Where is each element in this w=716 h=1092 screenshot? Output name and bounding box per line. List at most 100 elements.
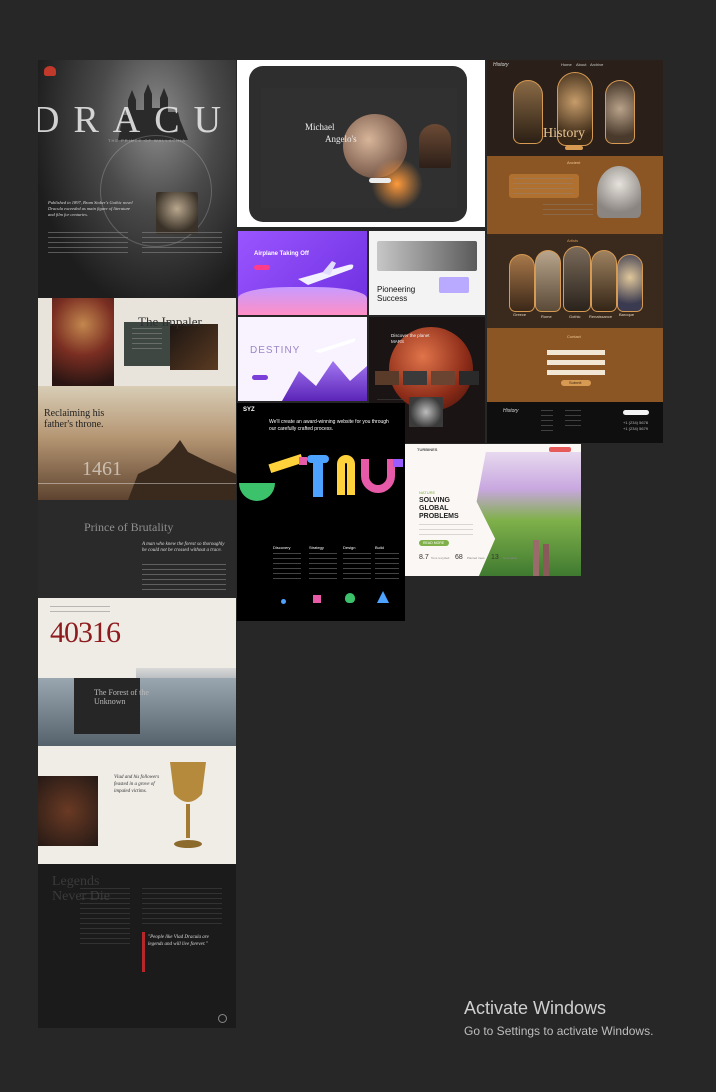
tablet-screen: Michael Angelo's: [261, 88, 457, 210]
solving-body-text: [419, 524, 473, 536]
goblet-section: Vlad and his followers feasted in a grov…: [38, 746, 236, 864]
airplane-mockup[interactable]: Airplane Taking Off: [238, 231, 367, 315]
artist-arch-3[interactable]: [563, 246, 591, 312]
intro-text-block-left: [48, 232, 128, 254]
yellow-arch-shape: [337, 455, 355, 495]
goblet-text: Vlad and his followers feasted in a grov…: [114, 775, 160, 794]
mars-gallery-1: [375, 371, 399, 385]
step-square-icon: [313, 595, 321, 603]
history-nav-home[interactable]: Home: [561, 62, 572, 67]
history-brand: History: [493, 62, 509, 68]
history-ancient-label: Ancient: [567, 160, 581, 165]
purple-square-shape: [393, 459, 403, 467]
stat-label-2: Planted trees: [467, 556, 485, 560]
artist-label-rome: Rome: [541, 314, 552, 319]
mars-title: Discover the planet MARS: [391, 333, 430, 344]
artist-arch-2[interactable]: [535, 250, 561, 312]
history-footer-phone-2: +1 (234) 5679: [623, 426, 649, 431]
factory-chimney-1: [533, 540, 539, 576]
activate-windows-title: Activate Windows: [464, 998, 607, 1018]
number-caption: [50, 606, 110, 614]
stoker-portrait: [156, 192, 198, 234]
airplane-cta-button[interactable]: [254, 265, 270, 270]
history-nav-archive[interactable]: Archive: [590, 62, 603, 67]
history-footer-links-1[interactable]: [541, 410, 553, 432]
blue-t-shape: [313, 457, 323, 497]
stat-value-2: 68: [455, 554, 463, 561]
artist-arch-1[interactable]: [509, 254, 535, 312]
history-mockup[interactable]: History Home About Archive History Ancie…: [487, 60, 663, 443]
step-dot-icon: [281, 599, 286, 604]
destiny-cta-button[interactable]: [252, 375, 268, 380]
solving-brand: TURBINES: [417, 447, 438, 452]
legends-text-left: [80, 888, 130, 948]
mars-gallery-2: [403, 371, 427, 385]
agency-brand: SYZ: [243, 407, 255, 413]
legends-text-right: [142, 888, 222, 928]
michelangelo-title-2: Angelo's: [325, 134, 357, 144]
destiny-title: DESTINY: [250, 345, 301, 356]
history-arch-1: [513, 80, 543, 144]
history-artists-section: Artists Greece Rome Gothic Renaissance B…: [487, 234, 663, 328]
year-1461: 1461: [82, 458, 122, 480]
history-footer: History +1 (234) 5678 +1 (234) 5679: [487, 402, 663, 443]
pioneering-accent: [439, 277, 469, 293]
orange-glow: [371, 158, 423, 210]
solving-title-2: GLOBAL: [419, 505, 449, 512]
history-nav-about[interactable]: About: [576, 62, 586, 67]
agency-mockup[interactable]: SYZ We'll create an award-winning websit…: [237, 403, 405, 621]
michelangelo-cta-button[interactable]: [369, 178, 391, 183]
stat-value-3: 13: [491, 554, 499, 561]
history-artists-label: Artists: [567, 238, 579, 243]
forest-section: The Forest of the Unknown: [38, 678, 236, 746]
history-footer-links-2[interactable]: [565, 410, 581, 430]
artist-arch-5[interactable]: [617, 254, 643, 312]
pioneering-title-2: Success: [377, 294, 408, 303]
footer-logo-icon: [218, 1014, 227, 1023]
dragon-logo-icon: [44, 66, 56, 76]
quote-bar: [142, 932, 145, 972]
history-ancient-section: Ancient: [487, 156, 663, 234]
solving-title-1: SOLVING: [419, 497, 450, 504]
feast-image: [38, 776, 98, 846]
vlad-portrait: [52, 298, 114, 386]
destiny-mockup[interactable]: DESTINY: [238, 317, 367, 401]
artist-label-greece: Greece: [513, 312, 527, 317]
step-design-label: Design: [343, 545, 356, 550]
goblet-icon: [170, 762, 206, 848]
stat-value-1: 8.7: [419, 554, 429, 561]
brutality-heading: Prince of Brutality: [84, 520, 174, 534]
artist-label-baroque: Baroque: [619, 312, 635, 317]
history-footer-phone-1: +1 (234) 5678: [623, 420, 649, 425]
michelangelo-mockup[interactable]: Michael Angelo's: [237, 60, 485, 227]
contact-message-field[interactable]: [547, 370, 605, 375]
timeline-line: [38, 483, 236, 484]
pioneering-mockup[interactable]: Pioneering Success: [369, 231, 485, 315]
dracula-intro: Published in 1897, Bram Stoker's Gothic …: [48, 200, 133, 217]
solving-nav-button[interactable]: [549, 447, 571, 452]
stat-label-3: New parks: [503, 556, 518, 560]
history-footer-brand: History: [503, 408, 519, 414]
dracula-hero: DRACULA THE PRINCE OF WALLACHIA Publishe…: [38, 60, 236, 300]
solving-title-3: PROBLEMS: [419, 513, 459, 520]
dracula-mockup[interactable]: DRACULA THE PRINCE OF WALLACHIA Publishe…: [38, 60, 236, 1028]
green-half-circle-shape: [239, 483, 275, 501]
legends-quote: "People like Vlad Dracula are legends an…: [148, 935, 209, 947]
solving-cta-label: READ MORE: [423, 541, 445, 545]
artist-label-renaissance: Renaissance: [589, 314, 613, 319]
solving-kicker: NATURE: [419, 490, 436, 495]
impaler-heading: The Impaler: [138, 314, 202, 329]
step-discovery-text: [273, 553, 301, 579]
contact-name-field[interactable]: [547, 350, 605, 355]
step-build-text: [375, 553, 399, 579]
destiny-mountains: [282, 361, 367, 401]
history-footer-button[interactable]: [623, 410, 649, 415]
activate-windows-subtitle: Go to Settings to activate Windows.: [464, 1024, 654, 1038]
brutality-text: A man who knew the forest so thoroughly …: [142, 542, 225, 553]
artist-arch-4[interactable]: [591, 250, 617, 312]
brutality-section: Prince of Brutality A man who knew the f…: [38, 500, 236, 598]
contact-email-field[interactable]: [547, 360, 605, 365]
solving-mockup[interactable]: TURBINES NATURE SOLVING GLOBAL PROBLEMS …: [405, 444, 581, 576]
history-hero-button[interactable]: [565, 146, 583, 150]
airplane-clouds: [238, 287, 367, 315]
